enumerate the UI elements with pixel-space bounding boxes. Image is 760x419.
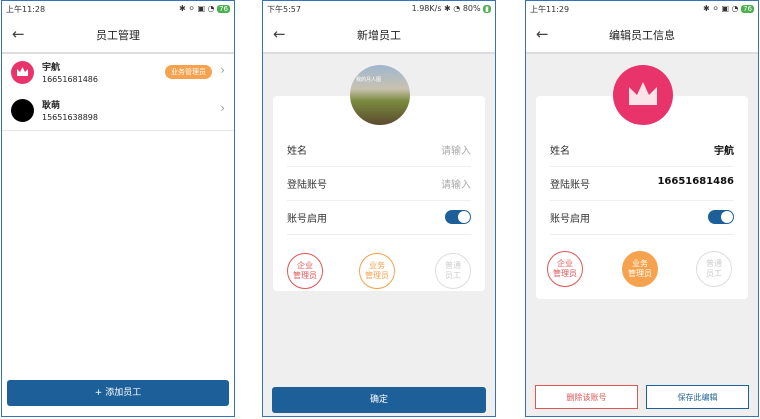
employee-management-screen: 上午11:28 ✱ ⚪ ▣ ◔ 76 ← 员工管理 宇航 16651681486… [1, 0, 235, 417]
employee-name: 耿萌 [42, 101, 61, 111]
page-title: 员工管理 [96, 29, 140, 42]
field-label: 姓名 [550, 146, 570, 157]
status-time: 上午11:29 [530, 5, 570, 14]
employee-name: 宇航 [42, 63, 61, 73]
name-field[interactable]: 姓名 请输入 [287, 132, 471, 167]
name-field[interactable]: 姓名 宇航 [550, 132, 734, 167]
save-edit-button[interactable]: 保存此编辑 [646, 385, 749, 409]
status-icons: ✱ ⚪ ▣ ◔ 76 [703, 4, 754, 13]
name-input[interactable]: 请输入 [441, 142, 471, 157]
app-header: ← 编辑员工信息 [526, 17, 758, 54]
field-label: 登陆账号 [550, 180, 590, 191]
add-employee-button[interactable]: + 添加员工 [7, 380, 229, 406]
field-label: 账号启用 [287, 214, 327, 225]
account-enabled-toggle[interactable] [708, 210, 734, 224]
crown-icon [629, 82, 657, 105]
photo-caption: 我的月人图 [356, 77, 382, 83]
role-label: 业务 管理员 [365, 261, 389, 280]
avatar [11, 99, 34, 122]
form-card: 姓名 请输入 登陆账号 请输入 账号启用 企业 管理员 业务 管理员 普通 员工 [273, 96, 485, 291]
battery-icon: 76 [217, 5, 230, 13]
account-input[interactable]: 16651681486 [657, 176, 734, 187]
role-label: 企业 管理员 [553, 259, 577, 278]
status-indicators: ✱ ⚪ ▣ ◔ [178, 4, 215, 13]
chevron-right-icon: › [220, 101, 225, 115]
edit-employee-screen: 上午11:29 ✱ ⚪ ▣ ◔ 76 ← 编辑员工信息 姓名 宇航 登陆账号 1… [525, 0, 759, 417]
app-header: ← 新增员工 [263, 17, 495, 54]
role-badge: 业务管理员 [165, 65, 212, 79]
profile-photo[interactable]: 我的月人图 [350, 65, 410, 125]
account-enabled-field: 账号启用 [550, 200, 734, 235]
avatar[interactable] [613, 65, 673, 125]
status-icons: 1.98K/s ✱ ◔ 80% ▮ [412, 4, 491, 13]
employee-phone: 16651681486 [42, 75, 98, 84]
role-staff[interactable]: 普通 员工 [696, 251, 732, 287]
role-label: 普通 员工 [706, 259, 722, 278]
status-bar: 下午5:57 1.98K/s ✱ ◔ 80% ▮ [263, 1, 495, 17]
delete-account-button[interactable]: 删除该账号 [535, 385, 638, 409]
account-field[interactable]: 登陆账号 请输入 [287, 166, 471, 201]
page-title: 编辑员工信息 [609, 29, 675, 42]
status-bar: 上午11:28 ✱ ⚪ ▣ ◔ 76 [2, 1, 234, 17]
battery-icon: 76 [741, 5, 754, 13]
account-input[interactable]: 请输入 [441, 176, 471, 191]
form-card: 姓名 宇航 登陆账号 16651681486 账号启用 企业 管理员 业务 管理… [536, 96, 748, 299]
account-field[interactable]: 登陆账号 16651681486 [550, 166, 734, 201]
confirm-button[interactable]: 确定 [272, 387, 486, 413]
avatar [11, 61, 34, 84]
page-title: 新增员工 [357, 29, 401, 42]
add-employee-screen: 下午5:57 1.98K/s ✱ ◔ 80% ▮ ← 新增员工 姓名 请输入 登… [262, 0, 496, 417]
status-time: 下午5:57 [267, 5, 301, 14]
role-enterprise-admin[interactable]: 企业 管理员 [287, 253, 323, 289]
crown-icon [17, 67, 28, 76]
field-label: 账号启用 [550, 214, 590, 225]
role-staff[interactable]: 普通 员工 [435, 253, 471, 289]
account-enabled-field: 账号启用 [287, 200, 471, 235]
name-input[interactable]: 宇航 [714, 142, 734, 157]
role-enterprise-admin[interactable]: 企业 管理员 [547, 251, 583, 287]
status-indicators: 1.98K/s ✱ ◔ 80% [411, 4, 481, 13]
app-header: ← 员工管理 [2, 17, 234, 54]
role-label: 企业 管理员 [293, 261, 317, 280]
field-label: 姓名 [287, 146, 307, 157]
role-label: 普通 员工 [445, 261, 461, 280]
status-time: 上午11:28 [6, 5, 46, 14]
role-business-admin[interactable]: 业务 管理员 [359, 253, 395, 289]
employee-phone: 15651638898 [42, 113, 98, 122]
account-enabled-toggle[interactable] [445, 210, 471, 224]
field-label: 登陆账号 [287, 180, 327, 191]
status-indicators: ✱ ⚪ ▣ ◔ [702, 4, 739, 13]
status-bar: 上午11:29 ✱ ⚪ ▣ ◔ 76 [526, 1, 758, 17]
role-business-admin[interactable]: 业务 管理员 [622, 251, 658, 287]
battery-icon: ▮ [483, 5, 491, 13]
chevron-right-icon: › [220, 63, 225, 77]
list-item-employee-2[interactable]: 耿萌 15651638898 › [2, 92, 234, 131]
role-label: 业务 管理员 [628, 259, 652, 278]
status-icons: ✱ ⚪ ▣ ◔ 76 [179, 4, 230, 13]
list-item-employee-1[interactable]: 宇航 16651681486 业务管理员 › [2, 54, 234, 93]
